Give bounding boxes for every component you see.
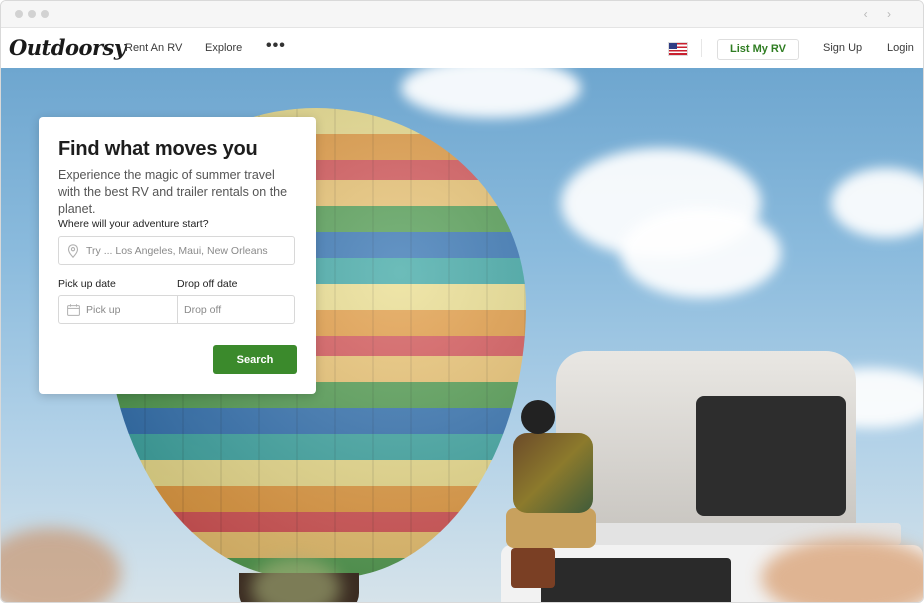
person [513,433,593,513]
nav-rent-an-rv[interactable]: Rent An RV [125,42,182,54]
more-menu-icon[interactable]: ••• [266,37,286,55]
outdoorsy-logo[interactable]: Outdoorsy [9,35,126,60]
location-field[interactable] [58,236,295,265]
search-title: Find what moves you [58,138,258,160]
nav-explore[interactable]: Explore [205,42,242,54]
nav-divider [701,39,702,57]
pickup-label: Pick up date [58,278,116,290]
calendar-icon [67,304,80,316]
pickup-date-input[interactable] [86,296,174,323]
search-button[interactable]: Search [213,345,297,374]
window-minimize-dot[interactable] [28,10,36,18]
date-field-divider [177,296,178,323]
history-arrows-icon[interactable]: ‹ › [864,7,899,21]
search-subtitle: Experience the magic of summer travel wi… [58,168,288,216]
window-maximize-dot[interactable] [41,10,49,18]
us-flag-icon[interactable] [668,42,688,56]
rooftop-tent [556,351,856,531]
list-my-rv-button[interactable]: List My RV [717,39,799,60]
nav-sign-up[interactable]: Sign Up [823,42,862,54]
dropoff-label: Drop off date [177,278,238,290]
search-card: Find what moves you Experience the magic… [39,117,316,394]
location-pin-icon [67,244,79,258]
top-navbar: Outdoorsy Rent An RV Explore ••• List My… [1,28,923,69]
dropoff-date-input[interactable] [184,296,289,323]
where-label: Where will your adventure start? [58,218,209,230]
nav-login[interactable]: Login [887,42,914,54]
browser-window: ‹ › Outdoorsy Rent An RV Explore ••• Lis… [0,0,924,603]
browser-chrome: ‹ › [1,1,923,28]
date-range-field[interactable] [58,295,295,324]
location-input[interactable] [86,237,286,264]
window-close-dot[interactable] [15,10,23,18]
